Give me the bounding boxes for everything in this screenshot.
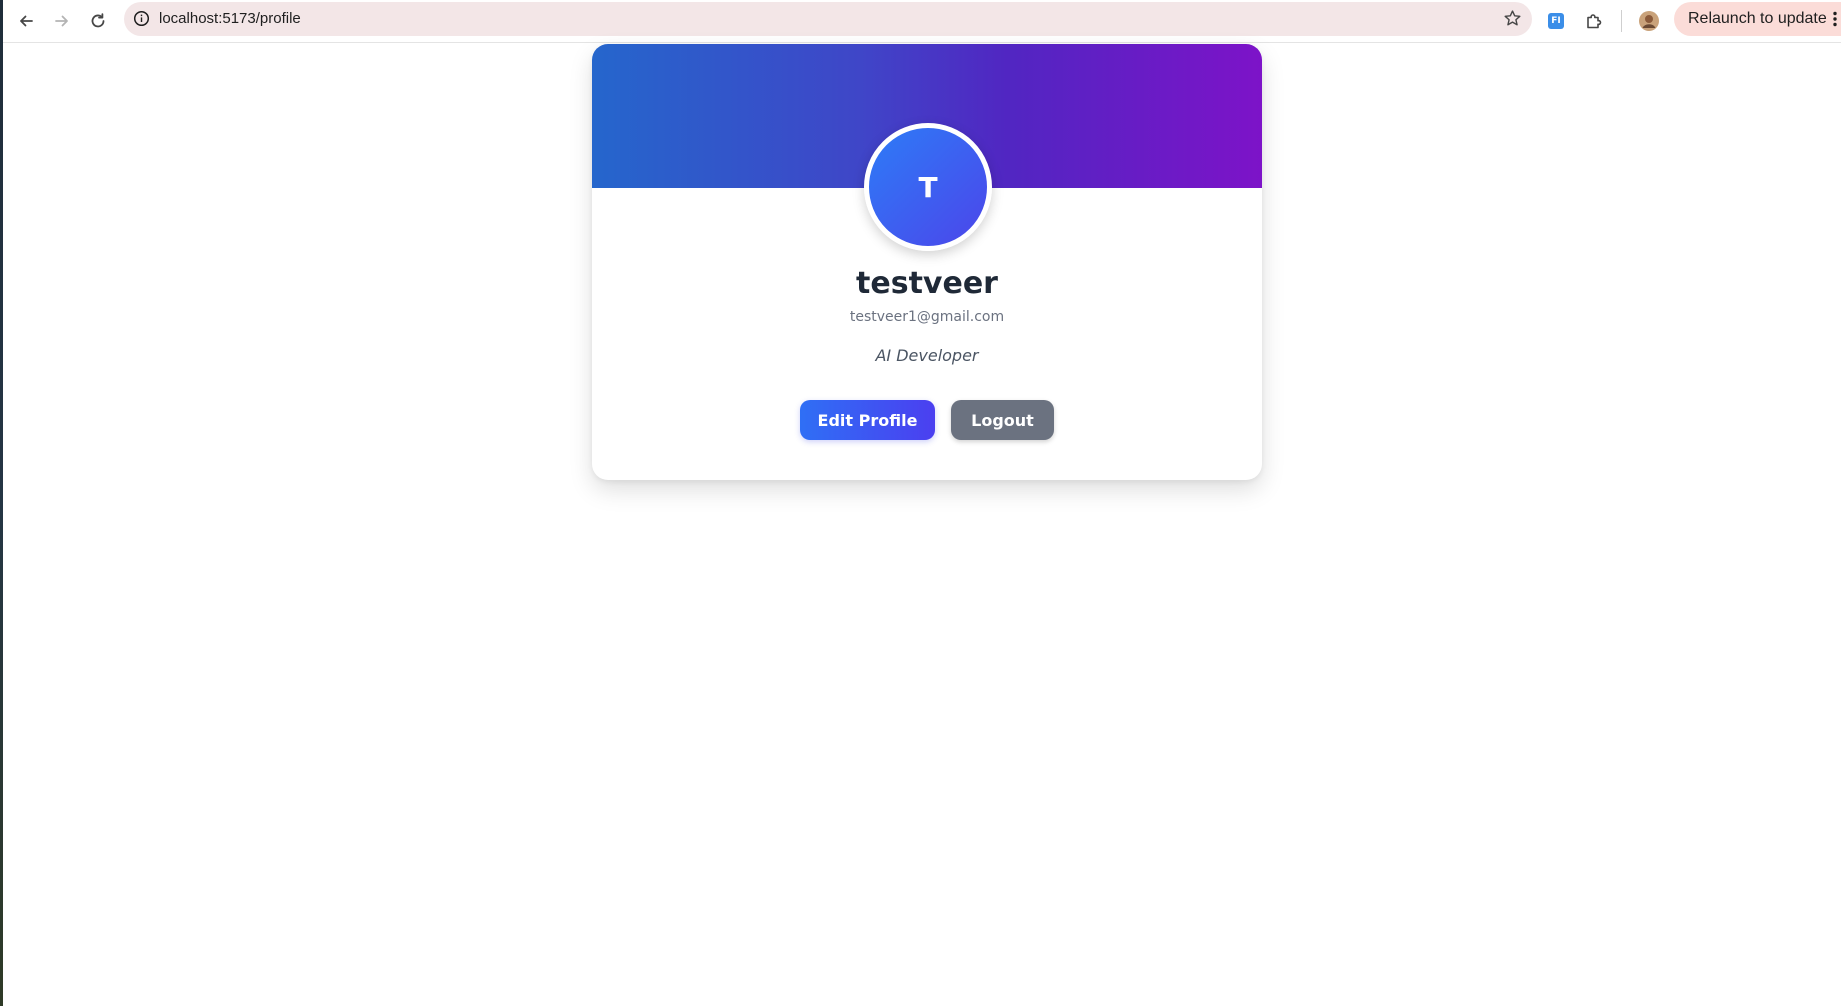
extensions-button[interactable] (1579, 6, 1609, 36)
relaunch-label: Relaunch to update (1688, 10, 1827, 27)
profile-email: testveer1@gmail.com (849, 309, 1005, 325)
address-bar[interactable]: localhost:5173/profile (124, 2, 1532, 36)
profile-card: T testveer testveer1@gmail.com AI Develo… (592, 44, 1262, 480)
profile-avatar-icon (1639, 11, 1659, 31)
reload-button[interactable] (83, 6, 113, 36)
site-info-icon[interactable] (133, 10, 150, 31)
reload-icon (91, 13, 105, 28)
arrow-left-icon (20, 15, 33, 27)
address-url[interactable]: localhost:5173/profile (159, 10, 301, 27)
toolbar-divider (1621, 10, 1622, 32)
more-menu-icon[interactable] (1832, 10, 1838, 32)
relaunch-button[interactable]: Relaunch to update (1674, 2, 1841, 36)
arrow-right-icon (55, 15, 68, 27)
extension-fi-label: FI (1551, 16, 1561, 26)
extension-fi-button[interactable]: FI (1541, 6, 1571, 36)
edit-profile-button[interactable]: Edit Profile (800, 400, 935, 440)
profile-name: testveer (856, 266, 998, 301)
back-button[interactable] (11, 6, 41, 36)
puzzle-icon (1587, 14, 1602, 29)
star-icon[interactable] (1503, 9, 1522, 32)
logout-button[interactable]: Logout (951, 400, 1054, 440)
browser-toolbar: localhost:5173/profile FI Relaunch to up… (3, 0, 1841, 43)
forward-button[interactable] (47, 6, 77, 36)
profile-avatar-button[interactable] (1634, 6, 1664, 36)
profile-bio: AI Developer (875, 346, 979, 365)
avatar-initial: T (918, 170, 938, 204)
desktop-edge (0, 0, 3, 1006)
profile-avatar: T (864, 123, 992, 251)
